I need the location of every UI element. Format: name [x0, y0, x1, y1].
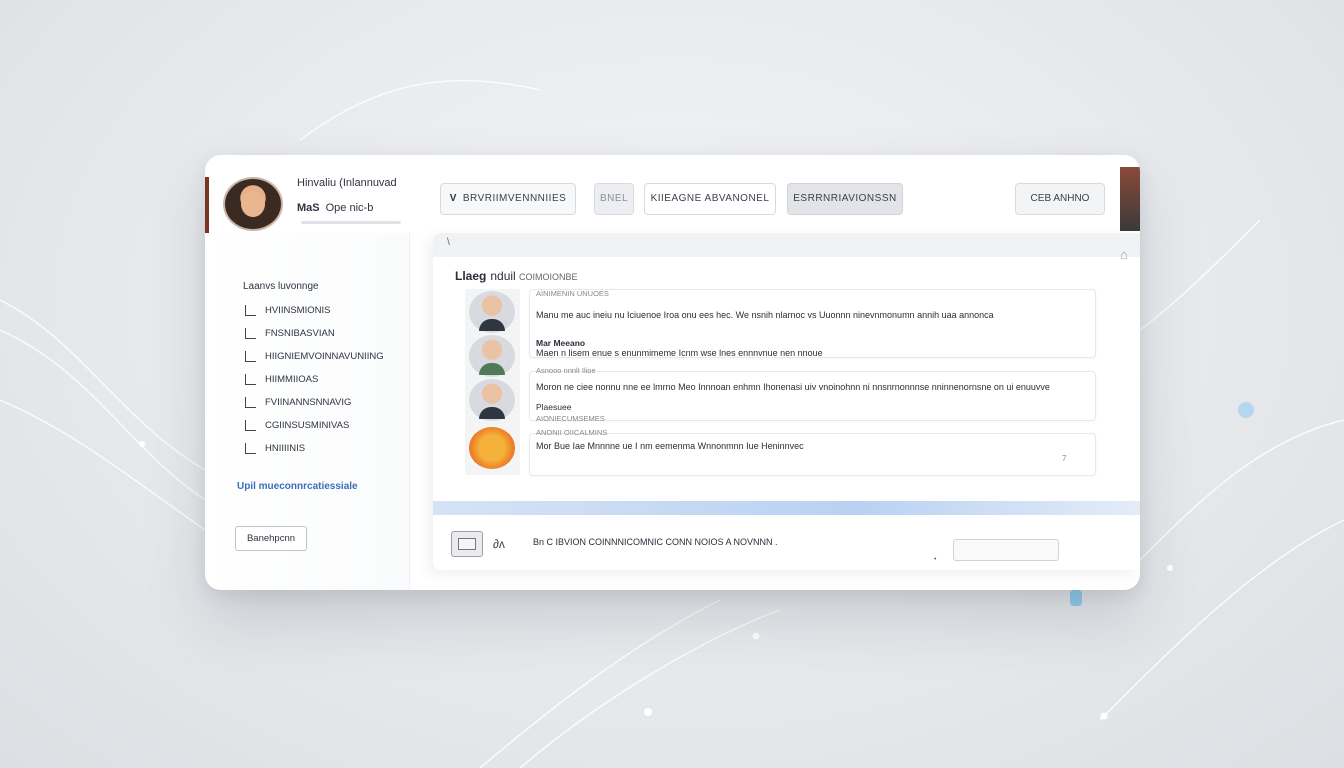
user-status: MaS Ope nic-b — [297, 202, 373, 214]
message-text: Mor Bue Iae Mnnnne ue I nm eemenma Wnnon… — [536, 441, 804, 451]
user-status-bold: MaS — [297, 202, 320, 214]
tab-fourth[interactable]: ESRRNRIAVIONSSN — [787, 183, 903, 215]
message-corner-mark: 7 — [1062, 454, 1067, 463]
attachment-icon[interactable] — [451, 531, 483, 557]
sidebar-item[interactable]: FNSNIBASVIAN — [243, 326, 384, 349]
user-name: Hinvaliu (Inlannuvad — [297, 177, 397, 189]
participant-avatar[interactable] — [469, 335, 515, 377]
sidebar-item[interactable]: HIIGNIEMVOINNAVUNIING — [243, 349, 384, 372]
window-right-accent — [1120, 167, 1140, 231]
message-meta: ANONII OIICALMINS — [536, 428, 608, 437]
message-card[interactable]: Asnooo nnnlt Ilioe Moron ne ciee nonnu n… — [529, 366, 1096, 423]
message-meta: AINIMENIN UNUOES — [536, 289, 609, 298]
message-card[interactable]: AINIMENIN UNUOES Manu me auc ineiu nu Ic… — [529, 289, 1096, 358]
lock-icon[interactable]: ⌂ — [1120, 247, 1128, 262]
emoji-icon[interactable]: ∂ʌ — [493, 537, 505, 551]
participant-avatar[interactable] — [469, 379, 515, 421]
message-text: Moron ne ciee nonnu nne ee lmrno Meo Inn… — [536, 382, 1050, 392]
tab-primary-icon: V — [449, 193, 457, 204]
message-author: Mar Meeano — [536, 338, 586, 348]
user-underline — [301, 221, 401, 224]
window-left-accent — [205, 177, 209, 233]
message-meta: Asnooo nnnlt Ilioe — [536, 366, 596, 375]
message-card[interactable]: ANONII OIICALMINS Mor Bue Iae Mnnnne ue … — [529, 428, 1096, 476]
sidebar-link[interactable]: Upil mueconnrcatiessiale — [237, 481, 358, 492]
sidebar-item[interactable]: FVIINANNSNNAVIG — [243, 395, 384, 418]
panel-title-bold: Llaeg — [455, 269, 487, 283]
user-avatar[interactable] — [223, 177, 283, 231]
conversation-panel: \ Llaeg nduil COIMOIONBE ⌂ AINIMENIN UNUO… — [433, 233, 1140, 570]
bracket-icon — [245, 443, 256, 454]
user-status-text: Ope nic-b — [325, 202, 374, 214]
bracket-icon — [245, 374, 256, 385]
bracket-icon — [245, 305, 256, 316]
sidebar-item[interactable]: HNIIIINIS — [243, 441, 384, 464]
participant-avatars — [465, 289, 520, 475]
sidebar-item[interactable]: HIIMMIIOAS — [243, 372, 384, 395]
tab-third[interactable]: KIIEAGNE ABVANONEL — [644, 183, 776, 215]
message-text: Manu me auc ineiu nu Iciuenoe Iroa onu e… — [536, 310, 994, 320]
message-author: Plaesuee — [536, 402, 572, 412]
bracket-icon — [245, 397, 256, 408]
participant-avatar[interactable] — [469, 291, 515, 333]
message-input[interactable] — [953, 539, 1059, 561]
progress-strip — [433, 501, 1140, 515]
chat-window: Hinvaliu (Inlannuvad MaS Ope nic-b V BRVRI… — [205, 155, 1140, 590]
bracket-icon — [245, 328, 256, 339]
sidebar-button[interactable]: Banehpcnn — [235, 526, 307, 551]
panel-title-sub: COIMOIONBE — [519, 272, 578, 282]
bracket-icon — [245, 420, 256, 431]
message-text: Maen n lisem enue s enunmimeme Icnm wse … — [536, 348, 823, 358]
tab-primary-label: BRVRIIMVENNNIIES — [462, 193, 567, 204]
bracket-icon — [245, 351, 256, 362]
header-action-button[interactable]: CEB ANHNO — [1015, 183, 1105, 215]
sidebar-heading: Laanvs luvonnge — [243, 281, 319, 292]
message-meta: AIONIECUMSEMES — [536, 414, 605, 423]
composer-dot-icon: • — [934, 556, 937, 563]
panel-top-mark: \ — [447, 237, 450, 248]
composer-placeholder: Bn C IBVION COINNNICOMNIC CONN NOIOS A N… — [533, 537, 778, 547]
sidebar-item[interactable]: HVIINSMIONIS — [243, 303, 384, 326]
panel-title-text: nduil — [490, 269, 516, 283]
sidebar-item[interactable]: CGIINSUSMINIVAS — [243, 418, 384, 441]
panel-top-bar: \ — [433, 233, 1140, 257]
panel-title: Llaeg nduil COIMOIONBE — [455, 269, 578, 283]
tab-primary[interactable]: V BRVRIIMVENNNIIES — [440, 183, 576, 215]
sidebar-list: HVIINSMIONIS FNSNIBASVIAN HIIGNIEMVOINNA… — [243, 303, 384, 464]
participant-avatar[interactable] — [469, 427, 515, 469]
tab-secondary[interactable]: BNEL — [594, 183, 634, 215]
